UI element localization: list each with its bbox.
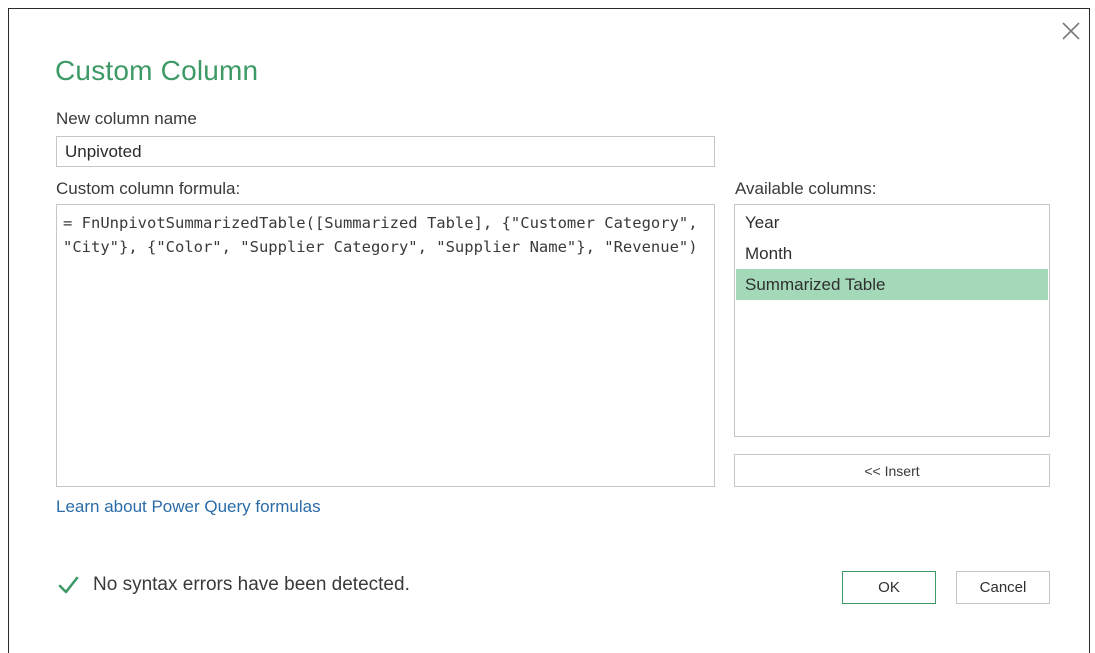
syntax-status-text: No syntax errors have been detected. (93, 574, 410, 595)
ok-button[interactable]: OK (842, 571, 936, 604)
column-item-summarized-table[interactable]: Summarized Table (736, 269, 1048, 300)
new-column-name-label: New column name (56, 109, 197, 128)
column-item-year[interactable]: Year (736, 207, 1048, 238)
new-column-name-input[interactable] (56, 136, 715, 167)
insert-button[interactable]: << Insert (734, 454, 1050, 487)
syntax-status: No syntax errors have been detected. (57, 574, 410, 596)
custom-column-dialog: Custom Column New column name Custom col… (8, 8, 1090, 653)
column-item-month[interactable]: Month (736, 238, 1048, 269)
available-columns-list[interactable]: Year Month Summarized Table (734, 204, 1050, 437)
checkmark-icon (58, 576, 79, 594)
formula-label: Custom column formula: (56, 179, 241, 198)
cancel-button[interactable]: Cancel (956, 571, 1050, 604)
formula-editor[interactable]: = FnUnpivotSummarizedTable([Summarized T… (56, 204, 715, 487)
close-icon[interactable] (1059, 19, 1083, 43)
learn-power-query-link[interactable]: Learn about Power Query formulas (56, 497, 321, 517)
dialog-title: Custom Column (55, 55, 259, 86)
available-columns-label: Available columns: (735, 179, 877, 198)
